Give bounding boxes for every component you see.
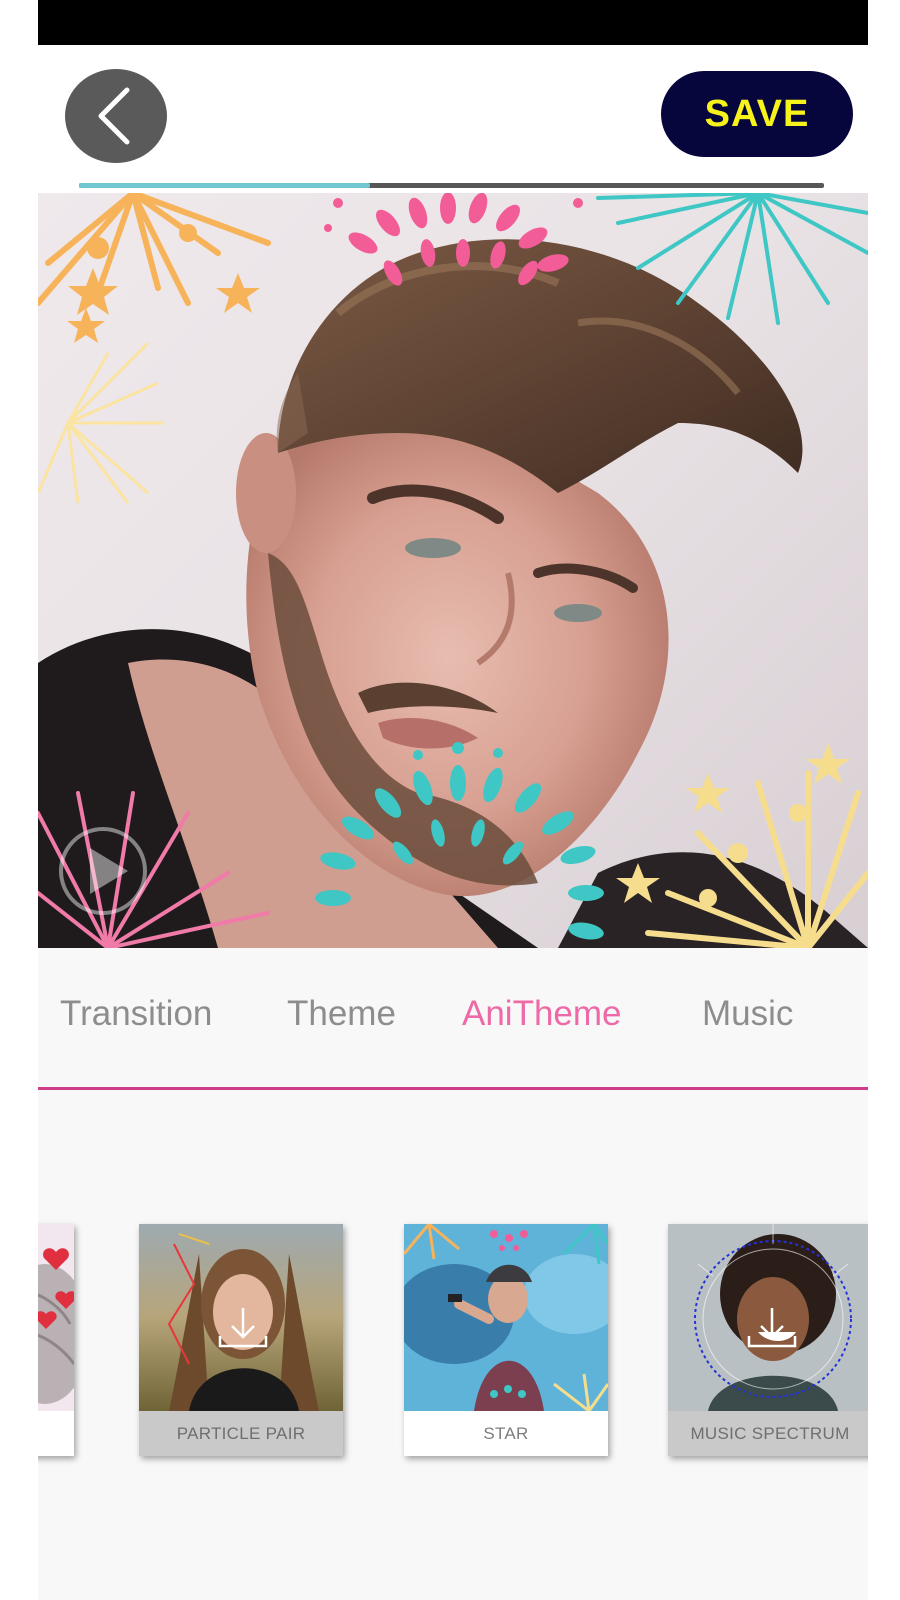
theme-thumbnail [139, 1224, 343, 1411]
preview-image [38, 193, 868, 948]
editor-tabs: Transition Theme AniTheme Music [38, 948, 868, 1090]
tab-theme[interactable]: Theme [287, 994, 396, 1034]
theme-card-particle-pair[interactable]: PARTICLE PAIR [139, 1224, 343, 1456]
theme-thumbnail [38, 1224, 74, 1411]
firework-yellow-left [38, 341, 163, 504]
video-preview[interactable] [38, 193, 868, 948]
theme-card-label: STAR [404, 1411, 608, 1456]
tab-anitheme[interactable]: AniTheme [462, 994, 622, 1034]
save-button[interactable]: SAVE [661, 71, 853, 157]
top-bar: SAVE [38, 45, 868, 185]
status-bar [38, 0, 868, 45]
theme-card-label: MUSIC SPECTRUM [668, 1411, 868, 1456]
download-icon[interactable] [217, 1306, 269, 1350]
tab-music[interactable]: Music [702, 994, 793, 1034]
playback-progress-bar[interactable] [79, 183, 824, 188]
tab-transition[interactable]: Transition [60, 994, 212, 1034]
theme-thumbnail [404, 1224, 608, 1411]
theme-card-star[interactable]: STAR [404, 1224, 608, 1456]
anitheme-list[interactable]: PARTICLE PAIR STAR MUSIC SPECTRUM [38, 1090, 868, 1600]
playback-progress-fill [79, 183, 370, 188]
back-button[interactable] [65, 69, 167, 163]
theme-thumbnail [668, 1224, 868, 1411]
theme-card-label [38, 1411, 74, 1456]
theme-card-hearts[interactable] [38, 1224, 74, 1456]
theme-card-label: PARTICLE PAIR [139, 1411, 343, 1456]
theme-card-music-spectrum[interactable]: MUSIC SPECTRUM [668, 1224, 868, 1456]
app-frame: SAVE Transition Theme AniTheme Music PAR… [38, 0, 868, 1600]
download-icon[interactable] [746, 1306, 798, 1350]
chevron-left-icon [98, 87, 130, 145]
